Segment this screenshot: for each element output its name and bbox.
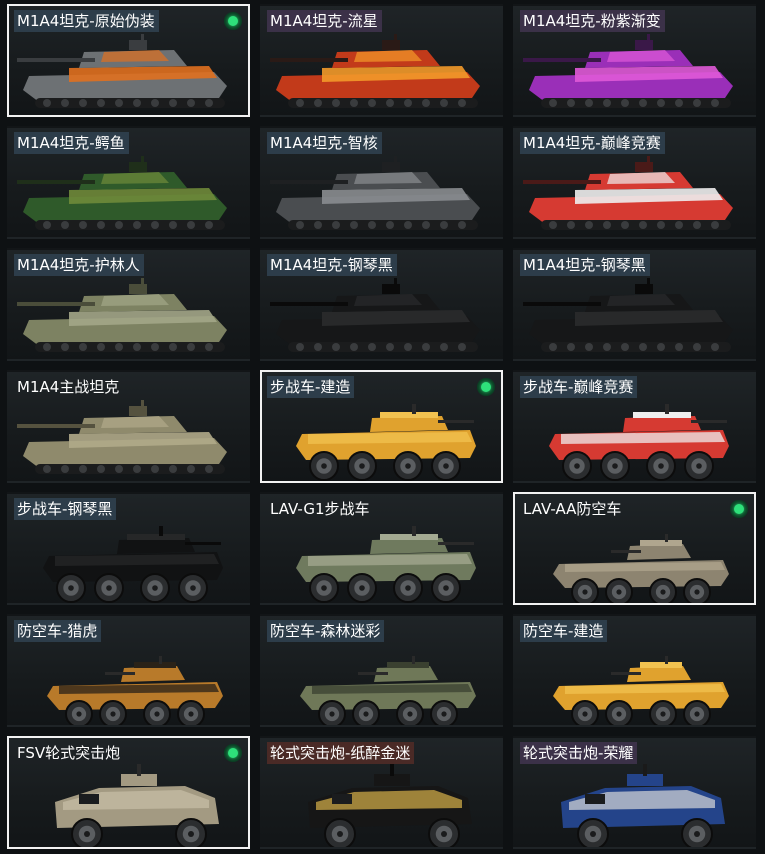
skin-card[interactable]: 步战车-钢琴黑 [7, 492, 250, 605]
skin-name-label: 防空车-猎虎 [14, 620, 102, 642]
skin-card[interactable]: M1A4坦克-巅峰竞赛 [513, 126, 756, 239]
skin-name-label: FSV轮式突击炮 [17, 744, 121, 762]
skin-name-label: 防空车-森林迷彩 [267, 620, 385, 642]
skin-name-label: M1A4坦克-粉紫渐变 [520, 10, 665, 32]
skin-card[interactable]: M1A4坦克-钢琴黑 [513, 248, 756, 361]
skin-name-label: 防空车-建造 [520, 620, 608, 642]
skin-name-label: LAV-AA防空车 [523, 500, 622, 518]
skin-card[interactable]: 防空车-森林迷彩 [260, 614, 503, 727]
skin-name-label: 步战车-钢琴黑 [14, 498, 117, 520]
skin-name-label: M1A4坦克-钢琴黑 [267, 254, 397, 276]
skin-card[interactable]: LAV-G1步战车 [260, 492, 503, 605]
skin-name-label: 步战车-巅峰竞赛 [520, 376, 638, 398]
skin-name-label: 轮式突击炮-荣耀 [520, 742, 638, 764]
skin-name-label: LAV-G1步战车 [270, 500, 370, 518]
skin-name-label: M1A4坦克-原始伪装 [14, 10, 159, 32]
skin-card[interactable]: M1A4坦克-智核 [260, 126, 503, 239]
skin-name-label: M1A4坦克-流星 [267, 10, 382, 32]
skin-card[interactable]: M1A4坦克-护林人 [7, 248, 250, 361]
skin-card[interactable]: M1A4坦克-钢琴黑 [260, 248, 503, 361]
equipped-indicator-icon [730, 500, 748, 518]
skin-card[interactable]: M1A4主战坦克 [7, 370, 250, 483]
skin-card[interactable]: 防空车-猎虎 [7, 614, 250, 727]
skin-card[interactable]: LAV-AA防空车 [513, 492, 756, 605]
skin-card[interactable]: M1A4坦克-鳄鱼 [7, 126, 250, 239]
skin-card[interactable]: 防空车-建造 [513, 614, 756, 727]
skin-card[interactable]: M1A4坦克-粉紫渐变 [513, 4, 756, 117]
skin-name-label: M1A4坦克-智核 [267, 132, 382, 154]
skin-card[interactable]: M1A4坦克-流星 [260, 4, 503, 117]
skin-name-label: M1A4主战坦克 [17, 378, 120, 396]
skin-name-label: M1A4坦克-护林人 [14, 254, 144, 276]
skin-name-label: M1A4坦克-巅峰竞赛 [520, 132, 665, 154]
equipped-indicator-icon [224, 744, 242, 762]
skin-card[interactable]: 轮式突击炮-荣耀 [513, 736, 756, 849]
equipped-indicator-icon [224, 12, 242, 30]
skin-card[interactable]: FSV轮式突击炮 [7, 736, 250, 849]
skin-name-label: M1A4坦克-钢琴黑 [520, 254, 650, 276]
skin-name-label: M1A4坦克-鳄鱼 [14, 132, 129, 154]
skin-card[interactable]: 轮式突击炮-纸醉金迷 [260, 736, 503, 849]
equipped-indicator-icon [477, 378, 495, 396]
skin-name-label: 步战车-建造 [267, 376, 355, 398]
skin-name-label: 轮式突击炮-纸醉金迷 [267, 742, 415, 764]
skin-grid: M1A4坦克-原始伪装 M1A4坦克-流星 M1A4坦克-粉紫渐变 M1A4坦克… [0, 0, 765, 854]
skin-card[interactable]: 步战车-建造 [260, 370, 503, 483]
skin-card[interactable]: 步战车-巅峰竞赛 [513, 370, 756, 483]
skin-card[interactable]: M1A4坦克-原始伪装 [7, 4, 250, 117]
